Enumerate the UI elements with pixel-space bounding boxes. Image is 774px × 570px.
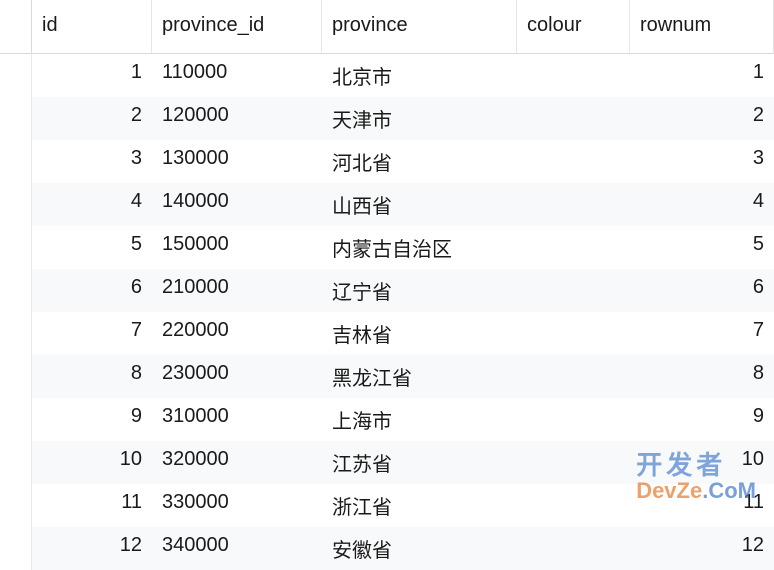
cell-province-id: 140000 <box>152 183 322 226</box>
column-header-colour[interactable]: colour <box>517 0 630 54</box>
cell-id: 7 <box>32 312 152 355</box>
row-gutter <box>0 226 32 269</box>
row-gutter <box>0 484 32 527</box>
row-gutter <box>0 140 32 183</box>
cell-rownum: 12 <box>630 527 774 570</box>
cell-colour <box>517 355 630 398</box>
cell-id: 12 <box>32 527 152 570</box>
cell-province-id: 210000 <box>152 269 322 312</box>
column-header-province-id[interactable]: province_id <box>152 0 322 54</box>
column-header-rownum[interactable]: rownum <box>630 0 774 54</box>
cell-province: 辽宁省 <box>322 269 517 312</box>
cell-rownum: 10 <box>630 441 774 484</box>
cell-id: 1 <box>32 54 152 97</box>
cell-province: 内蒙古自治区 <box>322 226 517 269</box>
cell-colour <box>517 226 630 269</box>
cell-province: 北京市 <box>322 54 517 97</box>
cell-province: 天津市 <box>322 97 517 140</box>
header-gutter <box>0 0 32 54</box>
cell-province: 安徽省 <box>322 527 517 570</box>
data-table: id province_id province colour rownum 11… <box>0 0 774 570</box>
cell-id: 5 <box>32 226 152 269</box>
cell-province-id: 110000 <box>152 54 322 97</box>
cell-rownum: 6 <box>630 269 774 312</box>
cell-province-id: 310000 <box>152 398 322 441</box>
row-gutter <box>0 527 32 570</box>
cell-province-id: 340000 <box>152 527 322 570</box>
column-header-province[interactable]: province <box>322 0 517 54</box>
cell-province-id: 320000 <box>152 441 322 484</box>
cell-rownum: 2 <box>630 97 774 140</box>
cell-colour <box>517 441 630 484</box>
row-gutter <box>0 54 32 97</box>
cell-colour <box>517 140 630 183</box>
cell-colour <box>517 398 630 441</box>
row-gutter <box>0 183 32 226</box>
cell-id: 6 <box>32 269 152 312</box>
row-gutter <box>0 97 32 140</box>
cell-id: 11 <box>32 484 152 527</box>
cell-province: 江苏省 <box>322 441 517 484</box>
cell-province-id: 120000 <box>152 97 322 140</box>
row-gutter <box>0 398 32 441</box>
cell-province: 上海市 <box>322 398 517 441</box>
cell-province: 河北省 <box>322 140 517 183</box>
cell-province-id: 130000 <box>152 140 322 183</box>
cell-rownum: 8 <box>630 355 774 398</box>
cell-id: 4 <box>32 183 152 226</box>
cell-province-id: 330000 <box>152 484 322 527</box>
cell-colour <box>517 97 630 140</box>
cell-province-id: 150000 <box>152 226 322 269</box>
cell-id: 9 <box>32 398 152 441</box>
cell-rownum: 11 <box>630 484 774 527</box>
cell-rownum: 5 <box>630 226 774 269</box>
cell-id: 3 <box>32 140 152 183</box>
cell-province: 浙江省 <box>322 484 517 527</box>
cell-rownum: 9 <box>630 398 774 441</box>
cell-colour <box>517 527 630 570</box>
row-gutter <box>0 355 32 398</box>
cell-id: 10 <box>32 441 152 484</box>
cell-rownum: 7 <box>630 312 774 355</box>
cell-colour <box>517 54 630 97</box>
cell-colour <box>517 183 630 226</box>
cell-province: 吉林省 <box>322 312 517 355</box>
cell-rownum: 3 <box>630 140 774 183</box>
cell-province: 黑龙江省 <box>322 355 517 398</box>
row-gutter <box>0 441 32 484</box>
cell-id: 8 <box>32 355 152 398</box>
column-header-id[interactable]: id <box>32 0 152 54</box>
cell-rownum: 1 <box>630 54 774 97</box>
cell-colour <box>517 484 630 527</box>
cell-province-id: 220000 <box>152 312 322 355</box>
cell-province: 山西省 <box>322 183 517 226</box>
cell-colour <box>517 312 630 355</box>
cell-province-id: 230000 <box>152 355 322 398</box>
cell-rownum: 4 <box>630 183 774 226</box>
row-gutter <box>0 269 32 312</box>
row-gutter <box>0 312 32 355</box>
cell-id: 2 <box>32 97 152 140</box>
cell-colour <box>517 269 630 312</box>
